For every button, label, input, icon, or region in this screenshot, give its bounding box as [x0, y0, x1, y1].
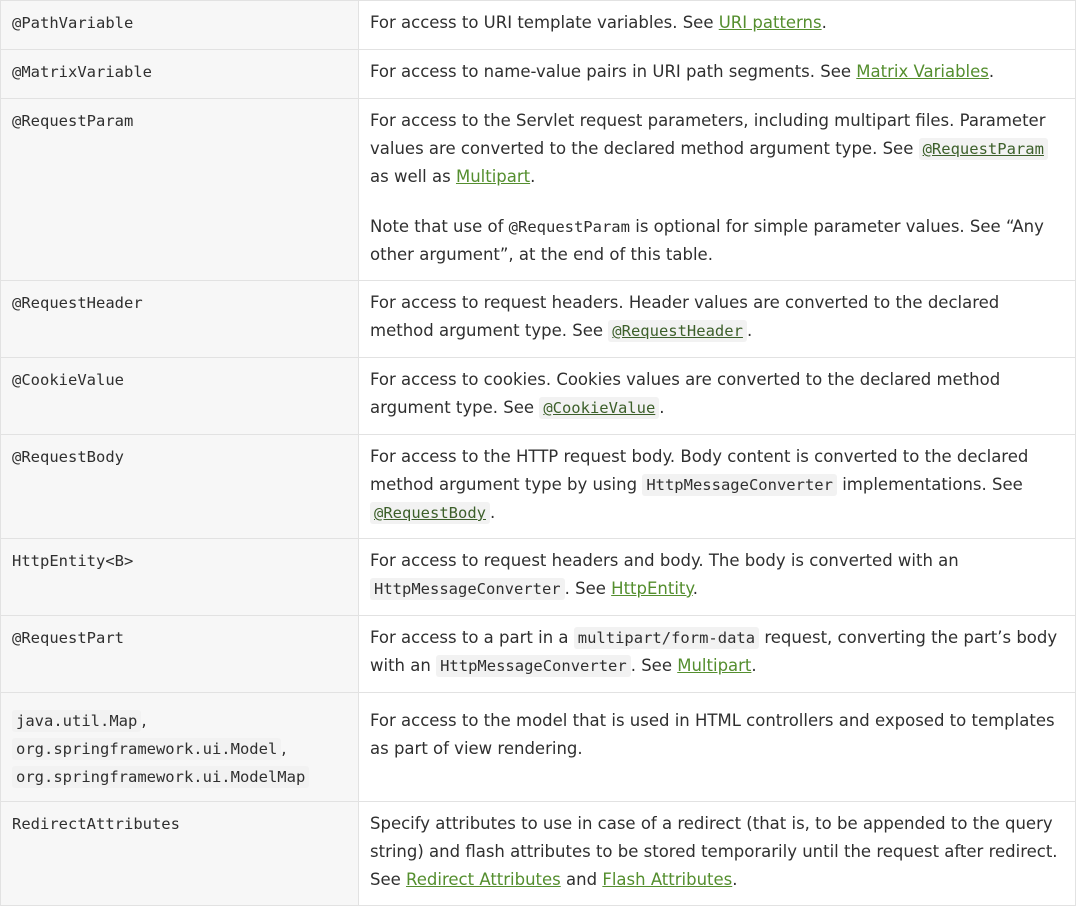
description-fragment: . See	[630, 656, 678, 675]
request-param-link[interactable]: @RequestParam	[918, 138, 1048, 160]
argument-cell: @PathVariable	[0, 0, 359, 50]
argument-name: @RequestPart	[12, 629, 124, 647]
description-text: For access to the Servlet request parame…	[370, 107, 1063, 191]
argument-name: @RequestHeader	[12, 294, 143, 312]
argument-cell: @RequestBody	[0, 434, 359, 539]
table-row: HttpEntity<B> For access to request head…	[0, 538, 1076, 616]
description-fragment: Note that use of	[370, 217, 509, 236]
table-row: @RequestParam For access to the Servlet …	[0, 98, 1076, 281]
description-text: For access to URI template variables. Se…	[370, 9, 1063, 37]
description-text: For access to name-value pairs in URI pa…	[370, 58, 1063, 86]
description-cell: For access to request headers. Header va…	[358, 280, 1076, 358]
table-row: @RequestHeader For access to request hea…	[0, 280, 1076, 358]
description-fragment: .	[821, 13, 827, 32]
argument-name: @CookieValue	[12, 371, 124, 389]
table-row: @MatrixVariable For access to name-value…	[0, 49, 1076, 99]
redirect-attributes-link[interactable]: Redirect Attributes	[406, 870, 561, 889]
description-text: For access to cookies. Cookies values ar…	[370, 366, 1063, 422]
description-fragment: .	[988, 62, 995, 81]
table-row: java.util.Map, org.springframework.ui.Mo…	[0, 692, 1076, 802]
table-row: @RequestPart For access to a part in a m…	[0, 615, 1076, 693]
description-fragment: For access to cookies. Cookies values ar…	[370, 370, 1001, 417]
argument-cell: HttpEntity<B>	[0, 538, 359, 616]
argument-cell: @CookieValue	[0, 357, 359, 435]
description-fragment: .	[659, 398, 665, 417]
table-row: RedirectAttributes Specify attributes to…	[0, 801, 1076, 906]
inline-code: HttpMessageConverter	[436, 655, 631, 677]
description-cell: For access to URI template variables. Se…	[358, 0, 1076, 50]
table-row: @CookieValue For access to cookies. Cook…	[0, 357, 1076, 435]
argument-cell: @RequestHeader	[0, 280, 359, 358]
argument-cell: @MatrixVariable	[0, 49, 359, 99]
inline-code: multipart/form-data	[573, 627, 760, 649]
description-text: For access to request headers. Header va…	[370, 289, 1063, 345]
description-text: For access to a part in a multipart/form…	[370, 624, 1063, 680]
description-cell: For access to cookies. Cookies values ar…	[358, 357, 1076, 435]
argument-name: java.util.Map	[12, 710, 142, 732]
argument-name: @MatrixVariable	[12, 63, 152, 81]
description-cell: Specify attributes to use in case of a r…	[358, 801, 1076, 906]
description-fragment: For access to URI template variables. Se…	[370, 13, 719, 32]
argument-name: RedirectAttributes	[12, 815, 180, 833]
description-fragment: .	[732, 870, 738, 889]
inline-code: HttpMessageConverter	[370, 578, 565, 600]
description-fragment: .	[746, 321, 753, 340]
description-fragment: .	[751, 656, 757, 675]
method-arguments-table: @PathVariable For access to URI template…	[0, 0, 1076, 906]
description-fragment: as well as	[370, 167, 456, 186]
flash-attributes-link[interactable]: Flash Attributes	[602, 870, 732, 889]
description-cell: For access to request headers and body. …	[358, 538, 1076, 616]
description-fragment: and	[560, 870, 603, 889]
description-cell: For access to the HTTP request body. Bod…	[358, 434, 1076, 539]
description-text: For access to request headers and body. …	[370, 547, 1063, 603]
description-text: Specify attributes to use in case of a r…	[370, 810, 1063, 894]
argument-cell: java.util.Map, org.springframework.ui.Mo…	[0, 692, 359, 802]
description-cell: For access to the model that is used in …	[358, 692, 1076, 802]
argument-name: @RequestParam	[12, 112, 134, 130]
description-fragment: For access to the model that is used in …	[370, 711, 1055, 758]
description-fragment: .	[530, 167, 536, 186]
separator-comma: ,	[281, 739, 287, 758]
separator-comma: ,	[141, 711, 147, 730]
request-body-link[interactable]: @RequestBody	[370, 502, 490, 524]
description-fragment: . See	[564, 579, 612, 598]
description-fragment: .	[489, 503, 496, 522]
inline-code: HttpMessageConverter	[642, 474, 837, 496]
matrix-variables-link[interactable]: Matrix Variables	[856, 62, 989, 81]
cookie-value-link[interactable]: @CookieValue	[539, 397, 660, 419]
description-text: For access to the model that is used in …	[370, 707, 1063, 763]
http-entity-link[interactable]: HttpEntity	[611, 579, 693, 598]
description-cell: For access to the Servlet request parame…	[358, 98, 1076, 281]
description-fragment: For access to a part in a	[370, 628, 574, 647]
description-fragment: .	[692, 579, 699, 598]
description-cell: For access to name-value pairs in URI pa…	[358, 49, 1076, 99]
description-note: Note that use of @RequestParam is option…	[370, 213, 1063, 269]
uri-patterns-link[interactable]: URI patterns	[719, 13, 822, 32]
argument-cell: RedirectAttributes	[0, 801, 359, 906]
table-row: @PathVariable For access to URI template…	[0, 0, 1076, 50]
description-cell: For access to a part in a multipart/form…	[358, 615, 1076, 693]
inline-code: @RequestParam	[508, 218, 630, 236]
argument-name: @RequestBody	[12, 448, 124, 466]
multipart-link[interactable]: Multipart	[677, 656, 751, 675]
argument-name: org.springframework.ui.ModelMap	[12, 766, 310, 788]
argument-cell: @RequestParam	[0, 98, 359, 281]
argument-name: org.springframework.ui.Model	[12, 738, 282, 760]
request-header-link[interactable]: @RequestHeader	[608, 320, 747, 342]
description-text: For access to the HTTP request body. Bod…	[370, 443, 1063, 527]
argument-cell: @RequestPart	[0, 615, 359, 693]
description-fragment: implementations. See	[836, 475, 1023, 494]
table-row: @RequestBody For access to the HTTP requ…	[0, 434, 1076, 539]
description-fragment: For access to name-value pairs in URI pa…	[370, 62, 857, 81]
argument-name: @PathVariable	[12, 14, 134, 32]
argument-name: HttpEntity<B>	[12, 552, 134, 570]
description-fragment: For access to request headers and body. …	[370, 551, 959, 570]
multipart-link[interactable]: Multipart	[456, 167, 530, 186]
